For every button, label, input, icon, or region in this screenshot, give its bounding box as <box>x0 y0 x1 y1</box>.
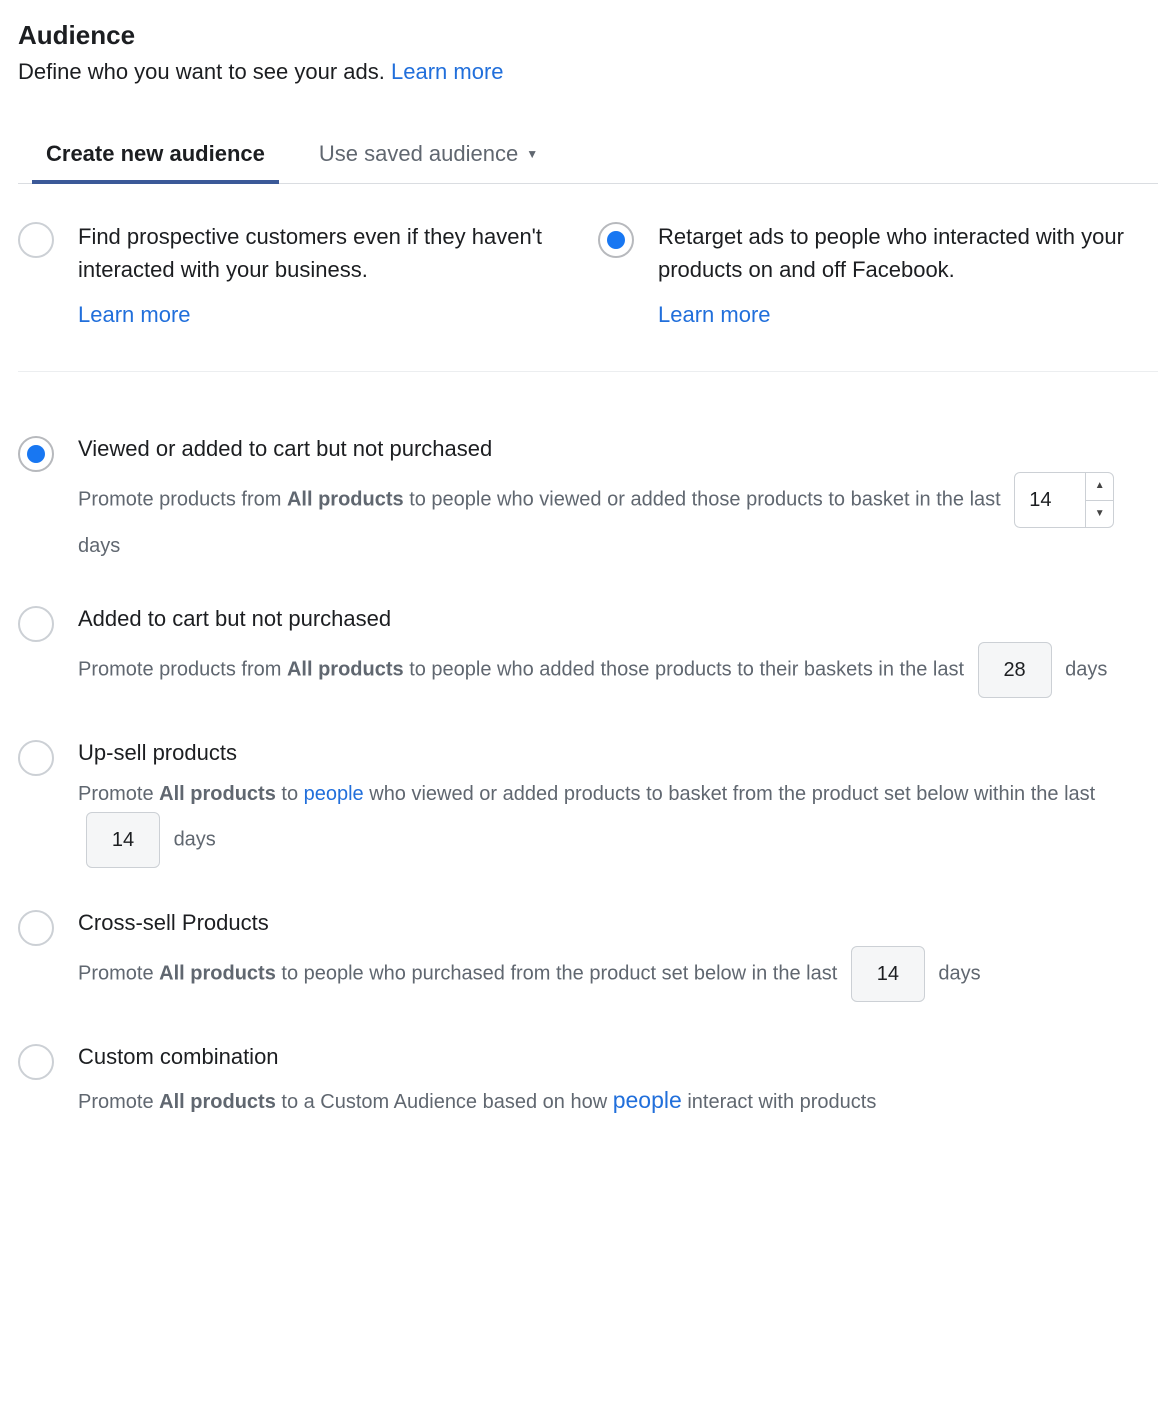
option-upsell: Up-sell products Promote All products to… <box>18 740 1158 868</box>
days-input-1[interactable]: ▲ ▼ <box>1014 472 1114 528</box>
tab-create-new-audience[interactable]: Create new audience <box>46 141 265 183</box>
page-subtitle: Define who you want to see your ads. Lea… <box>18 59 1158 85</box>
radio-option-3[interactable] <box>18 740 54 776</box>
option-cross-sell: Cross-sell Products Promote All products… <box>18 910 1158 1002</box>
option-viewed-or-added-not-purchased: Viewed or added to cart but not purchase… <box>18 436 1158 564</box>
people-link-upsell[interactable]: people <box>304 783 364 805</box>
radio-option-1[interactable] <box>18 436 54 472</box>
stepper-up-icon[interactable]: ▲ <box>1086 473 1113 501</box>
audience-tabs: Create new audience Use saved audience ▼ <box>18 141 1158 184</box>
radio-retarget-label: Retarget ads to people who interacted wi… <box>658 224 1124 282</box>
learn-more-link[interactable]: Learn more <box>391 59 504 84</box>
audience-type-row: Find prospective customers even if they … <box>18 184 1158 372</box>
option-added-not-purchased: Added to cart but not purchased Promote … <box>18 606 1158 698</box>
radio-option-2[interactable] <box>18 606 54 642</box>
days-input-3[interactable]: 14 <box>86 812 160 868</box>
chevron-down-icon: ▼ <box>526 147 538 161</box>
option-2-desc: Promote products from All products to pe… <box>78 642 1107 698</box>
radio-retarget[interactable] <box>598 222 634 258</box>
people-link-custom[interactable]: people <box>613 1087 682 1113</box>
learn-more-prospective[interactable]: Learn more <box>78 298 578 331</box>
option-1-title: Viewed or added to cart but not purchase… <box>78 436 1158 462</box>
stepper-down-icon[interactable]: ▼ <box>1086 501 1113 528</box>
tab-use-saved-audience[interactable]: Use saved audience ▼ <box>319 141 538 183</box>
radio-option-5[interactable] <box>18 1044 54 1080</box>
days-input-2[interactable]: 28 <box>978 642 1052 698</box>
radio-option-4[interactable] <box>18 910 54 946</box>
option-custom-combination: Custom combination Promote All products … <box>18 1044 1158 1121</box>
radio-prospective[interactable] <box>18 222 54 258</box>
learn-more-retarget[interactable]: Learn more <box>658 298 1158 331</box>
days-input-4[interactable]: 14 <box>851 946 925 1002</box>
retarget-options: Viewed or added to cart but not purchase… <box>18 372 1158 1121</box>
page-title: Audience <box>18 20 1158 51</box>
option-3-desc: Promote All products to people who viewe… <box>78 776 1158 868</box>
option-3-title: Up-sell products <box>78 740 1158 766</box>
option-4-title: Cross-sell Products <box>78 910 981 936</box>
option-1-desc: Promote products from All products to pe… <box>78 472 1158 564</box>
option-5-desc: Promote All products to a Custom Audienc… <box>78 1080 876 1121</box>
option-2-title: Added to cart but not purchased <box>78 606 1107 632</box>
option-5-title: Custom combination <box>78 1044 876 1070</box>
days-input-1-field[interactable] <box>1015 473 1085 527</box>
option-4-desc: Promote All products to people who purch… <box>78 946 981 1002</box>
radio-prospective-label: Find prospective customers even if they … <box>78 224 542 282</box>
